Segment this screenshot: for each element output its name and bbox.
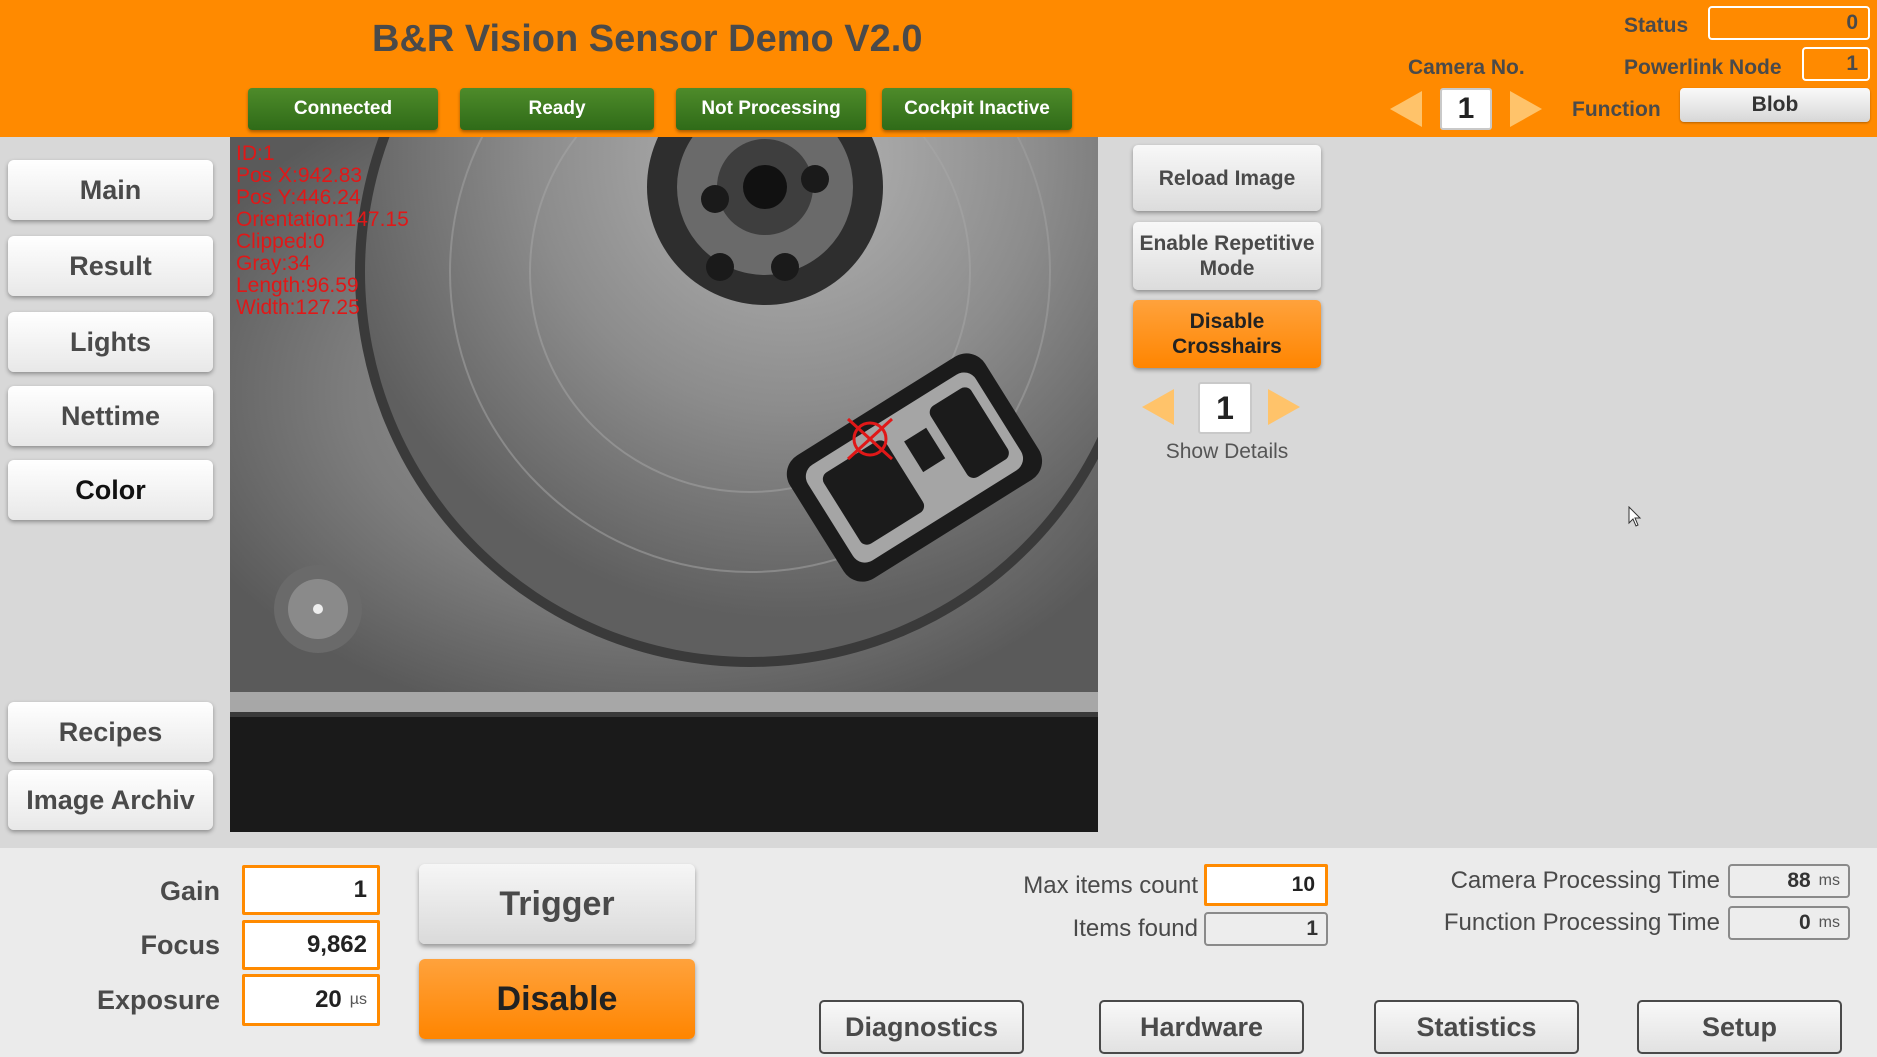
header-bar: B&R Vision Sensor Demo V2.0 Connected Re…	[0, 0, 1877, 137]
mouse-pointer-icon	[1628, 506, 1642, 527]
items-found-label: Items found	[1072, 915, 1198, 942]
camera-processing-time-unit: ms	[1818, 872, 1840, 889]
camera-processing-time-value: 88 ms	[1728, 864, 1850, 898]
exposure-unit: µs	[349, 991, 367, 1008]
nav-lights-button[interactable]: Lights	[8, 312, 213, 372]
camera-number-field[interactable]: 1	[1440, 88, 1492, 130]
details-next-arrow-icon[interactable]	[1268, 389, 1300, 425]
status-cockpit: Cockpit Inactive	[882, 88, 1072, 130]
details-index-field[interactable]: 1	[1198, 382, 1252, 434]
overlay-gray: Gray:34	[236, 252, 311, 275]
status-value-field: 0	[1708, 6, 1870, 40]
max-items-label: Max items count	[1023, 872, 1198, 899]
function-processing-time-number: 0	[1798, 911, 1811, 934]
nav-color-button[interactable]: Color	[8, 460, 213, 520]
exposure-input[interactable]: 20 µs	[242, 974, 380, 1026]
nav-result-button[interactable]: Result	[8, 236, 213, 296]
overlay-length: Length:96.59	[236, 274, 359, 297]
overlay-orientation: Orientation:147.15	[236, 208, 409, 231]
status-connected: Connected	[248, 88, 438, 130]
function-processing-time-unit: ms	[1818, 914, 1840, 931]
camera-no-label: Camera No.	[1408, 56, 1525, 79]
camera-processing-time-label: Camera Processing Time	[1450, 867, 1720, 894]
gain-label: Gain	[159, 876, 220, 906]
camera-prev-arrow-icon[interactable]	[1390, 91, 1422, 127]
exposure-value: 20	[315, 986, 342, 1013]
statistics-tab[interactable]: Statistics	[1374, 1000, 1579, 1054]
focus-input[interactable]: 9,862	[242, 920, 380, 970]
function-processing-time-label: Function Processing Time	[1443, 909, 1720, 936]
overlay-clipped: Clipped:0	[236, 230, 325, 253]
overlay-id: ID:1	[236, 142, 275, 165]
gain-input[interactable]: 1	[242, 865, 380, 915]
camera-next-arrow-icon[interactable]	[1510, 91, 1542, 127]
hardware-tab[interactable]: Hardware	[1099, 1000, 1304, 1054]
trigger-button[interactable]: Trigger	[419, 864, 695, 944]
overlay-pos-x: Pos X:942.83	[236, 164, 363, 187]
status-ready: Ready	[460, 88, 654, 130]
reload-image-button[interactable]: Reload Image	[1133, 145, 1321, 211]
powerlink-node-field[interactable]: 1	[1802, 47, 1870, 81]
setup-tab[interactable]: Setup	[1637, 1000, 1842, 1054]
enable-repetitive-mode-button[interactable]: Enable Repetitive Mode	[1133, 222, 1321, 290]
overlay-width: Width:127.25	[236, 296, 360, 319]
items-found-value: 1	[1204, 912, 1328, 946]
nav-recipes-button[interactable]: Recipes	[8, 702, 213, 762]
nav-nettime-button[interactable]: Nettime	[8, 386, 213, 446]
function-label: Function	[1572, 98, 1661, 121]
status-processing: Not Processing	[676, 88, 866, 130]
show-details-label: Show Details	[1165, 440, 1289, 463]
function-processing-time-value: 0 ms	[1728, 906, 1850, 940]
overlay-pos-y: Pos Y:446.24	[236, 186, 361, 209]
camera-processing-time-number: 88	[1787, 869, 1811, 892]
nav-image-archiv-button[interactable]: Image Archiv	[8, 770, 213, 830]
focus-label: Focus	[140, 930, 220, 960]
diagnostics-tab[interactable]: Diagnostics	[819, 1000, 1024, 1054]
nav-main-button[interactable]: Main	[8, 160, 213, 220]
function-select[interactable]: Blob	[1680, 88, 1870, 122]
disable-button[interactable]: Disable	[419, 959, 695, 1039]
camera-image-view[interactable]: ID:1 Pos X:942.83 Pos Y:446.24 Orientati…	[230, 137, 1098, 832]
blob-result-overlay: ID:1 Pos X:942.83 Pos Y:446.24 Orientati…	[236, 143, 409, 319]
max-items-input[interactable]: 10	[1204, 864, 1328, 906]
app-title: B&R Vision Sensor Demo V2.0	[372, 18, 923, 60]
powerlink-label: Powerlink Node	[1624, 56, 1782, 79]
exposure-label: Exposure	[96, 985, 220, 1015]
disable-crosshairs-button[interactable]: Disable Crosshairs	[1133, 300, 1321, 368]
status-label: Status	[1624, 14, 1689, 37]
details-prev-arrow-icon[interactable]	[1142, 389, 1174, 425]
